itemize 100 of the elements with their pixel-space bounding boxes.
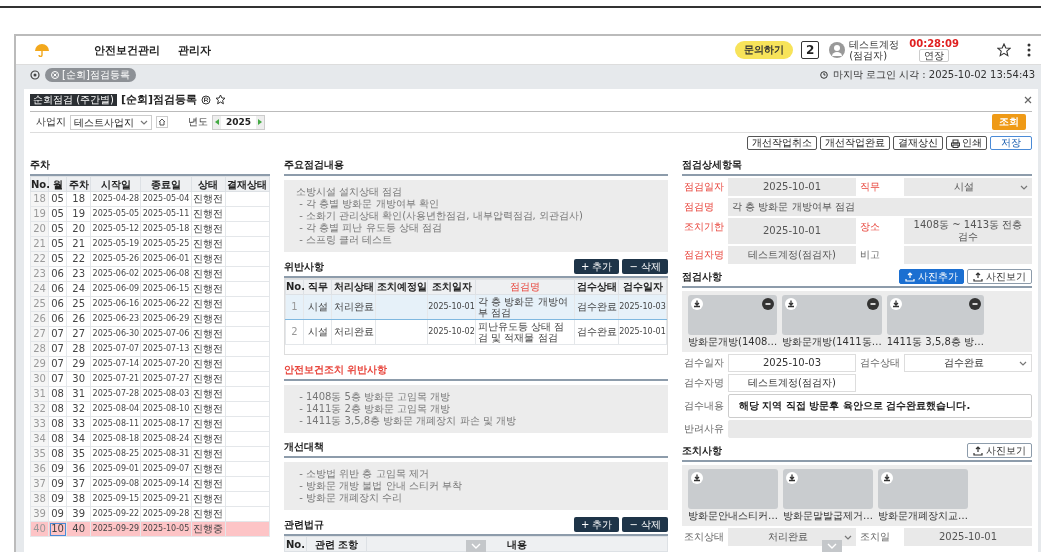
extend-button[interactable]: 연장 <box>919 49 950 62</box>
table-cell: 06 <box>48 296 67 312</box>
menu-item[interactable]: 관리자 <box>178 42 211 58</box>
table-row[interactable]: 27 07 27 2025-06-30 2025-07-06 진행전 <box>30 326 270 342</box>
add-button[interactable]: + 추가 <box>573 517 620 532</box>
table-row[interactable]: 37 09 37 2025-09-08 2025-09-14 진행전 <box>30 476 270 492</box>
print-button[interactable]: 인쇄 <box>946 136 987 150</box>
site-select[interactable]: 테스트사업지 <box>70 114 152 130</box>
column-header[interactable]: 시작일 <box>90 176 141 192</box>
close-icon[interactable] <box>1024 95 1032 104</box>
download-icon[interactable] <box>786 472 798 484</box>
column-header[interactable]: No. <box>284 536 307 552</box>
table-row[interactable]: 19 05 19 2025-05-05 2025-05-11 진행전 <box>30 206 270 222</box>
remove-icon[interactable] <box>762 298 775 310</box>
table-row[interactable]: 38 09 38 2025-09-15 2025-09-21 진행전 <box>30 491 270 507</box>
table-cell: 2025-05-05 <box>90 206 141 222</box>
save-button[interactable]: 저장 <box>990 136 1032 150</box>
table-row[interactable]: 39 09 39 2025-09-22 2025-09-28 진행전 <box>30 506 270 522</box>
table-row[interactable]: 30 07 30 2025-07-21 2025-07-27 진행전 <box>30 371 270 387</box>
table-row[interactable]: 26 06 26 2025-06-23 2025-06-29 진행전 <box>30 311 270 327</box>
table-cell: 18 <box>66 191 91 207</box>
star-icon[interactable] <box>997 43 1011 57</box>
table-row[interactable]: 25 06 25 2025-06-16 2025-06-22 진행전 <box>30 296 270 312</box>
add-photo-button[interactable]: 사진추가 <box>899 269 964 284</box>
column-header[interactable]: No. <box>285 279 304 295</box>
home-icon[interactable] <box>156 116 168 128</box>
download-icon[interactable] <box>881 472 893 484</box>
remove-icon[interactable] <box>969 298 981 310</box>
table-row[interactable]: 36 09 36 2025-09-01 2025-09-07 진행전 <box>30 461 270 477</box>
column-header[interactable]: 조치예정일 <box>375 279 428 295</box>
column-header[interactable]: 점검명 <box>475 279 575 295</box>
column-header[interactable]: 검수일자 <box>618 279 667 295</box>
photo-placeholder[interactable] <box>886 295 984 335</box>
table-cell: 2025-07-28 <box>90 386 141 402</box>
download-icon[interactable] <box>691 298 703 310</box>
table-cell: 2025-07-13 <box>140 341 192 357</box>
remove-icon[interactable] <box>866 298 879 310</box>
menu-icon[interactable] <box>1027 43 1031 57</box>
input-field[interactable]: 2025-10-03 <box>728 354 856 372</box>
table-cell: 05 <box>48 191 67 207</box>
table-row[interactable]: 29 07 29 2025-07-14 2025-07-20 진행전 <box>30 356 270 372</box>
table-cell: 진행전 <box>191 326 226 342</box>
column-header[interactable]: 상태 <box>191 176 226 192</box>
brand-title[interactable]: 안전보건관리 <box>94 42 160 58</box>
review-text-area[interactable]: 해당 지역 직접 방문후 육안으로 검수완료했습니다. <box>728 394 1032 418</box>
year-label: 년도 <box>188 115 208 129</box>
table-row[interactable]: 20 05 20 2025-05-12 2025-05-18 진행전 <box>30 221 270 237</box>
column-header[interactable]: 결재상태 <box>225 176 270 192</box>
delete-button[interactable]: − 삭제 <box>622 517 668 532</box>
table-cell: 진행전 <box>191 416 226 432</box>
table-cell: 각 층 방화문 개방여부 점검 <box>475 294 575 320</box>
inquiry-button[interactable]: 문의하기 <box>735 41 794 59</box>
action-button[interactable]: 개선작업완료 <box>820 136 890 150</box>
action-button[interactable]: 개선작업취소 <box>747 136 817 150</box>
column-header[interactable]: 직무 <box>303 279 332 295</box>
download-icon[interactable] <box>691 472 703 484</box>
table-row[interactable]: 28 07 28 2025-07-07 2025-07-13 진행전 <box>30 341 270 357</box>
column-header[interactable]: 조치일자 <box>427 279 476 295</box>
action-button[interactable]: 결재상신 <box>893 136 943 150</box>
table-cell: 2025-05-04 <box>140 191 192 207</box>
next-year-button[interactable] <box>256 115 265 129</box>
select-field[interactable]: 검수완료 <box>904 354 1032 372</box>
add-button[interactable]: + 추가 <box>573 258 620 274</box>
table-cell: 35 <box>66 446 91 462</box>
table-row[interactable]: 24 06 24 2025-06-09 2025-06-15 진행전 <box>30 281 270 297</box>
column-header[interactable]: 검수상태 <box>574 279 619 295</box>
column-header[interactable]: No. <box>30 176 49 192</box>
table-row[interactable]: 22 05 22 2025-05-26 2025-06-01 진행전 <box>30 251 270 267</box>
table-row[interactable]: 33 08 33 2025-08-11 2025-08-17 진행전 <box>30 416 270 432</box>
view-photo-button[interactable]: 사진보기 <box>967 443 1032 458</box>
download-icon[interactable] <box>785 298 798 310</box>
star-icon[interactable] <box>215 94 227 105</box>
previous-year-button[interactable] <box>213 115 221 129</box>
photo-placeholder[interactable] <box>782 295 882 335</box>
column-header[interactable]: 내용 <box>366 536 668 552</box>
table-row[interactable]: 34 08 34 2025-08-18 2025-08-24 진행전 <box>30 431 270 447</box>
input-field[interactable]: 테스트계정(점검자) <box>728 374 856 392</box>
calendar-day-badge[interactable]: 2 <box>801 41 820 59</box>
table-row[interactable]: 23 06 23 2025-06-02 2025-06-08 진행전 <box>30 266 270 282</box>
column-header[interactable]: 관련 조항 <box>306 536 367 552</box>
table-cell: 2025-06-29 <box>140 311 192 327</box>
table-cell: 진행전 <box>191 296 226 312</box>
download-icon[interactable] <box>889 298 902 310</box>
circle-dot-icon[interactable] <box>30 70 40 80</box>
table-row[interactable]: 18 05 18 2025-04-28 2025-05-04 진행전 <box>30 191 270 207</box>
table-row[interactable]: 40 10 40 2025-09-29 2025-10-05 진행중 <box>30 521 270 537</box>
table-row[interactable]: 32 08 32 2025-08-04 2025-08-10 진행전 <box>30 401 270 417</box>
umbrella-logo-icon <box>34 43 50 57</box>
column-header[interactable]: 주차 <box>66 176 91 192</box>
table-row[interactable]: 21 05 21 2025-05-19 2025-05-25 진행전 <box>30 236 270 252</box>
delete-button[interactable]: − 삭제 <box>622 258 668 274</box>
column-header[interactable]: 처리상태 <box>331 279 376 295</box>
table-row[interactable]: 35 08 35 2025-08-25 2025-08-31 진행전 <box>30 446 270 462</box>
table-row[interactable]: 31 08 31 2025-07-28 2025-08-03 진행전 <box>30 386 270 402</box>
table-cell: 39 <box>66 506 91 522</box>
photo-placeholder[interactable] <box>688 295 778 335</box>
column-header[interactable]: 월 <box>48 176 67 192</box>
column-header[interactable]: 종료일 <box>140 176 192 192</box>
table-cell: 08 <box>48 431 67 447</box>
view-photo-button[interactable]: 사진보기 <box>967 269 1032 284</box>
